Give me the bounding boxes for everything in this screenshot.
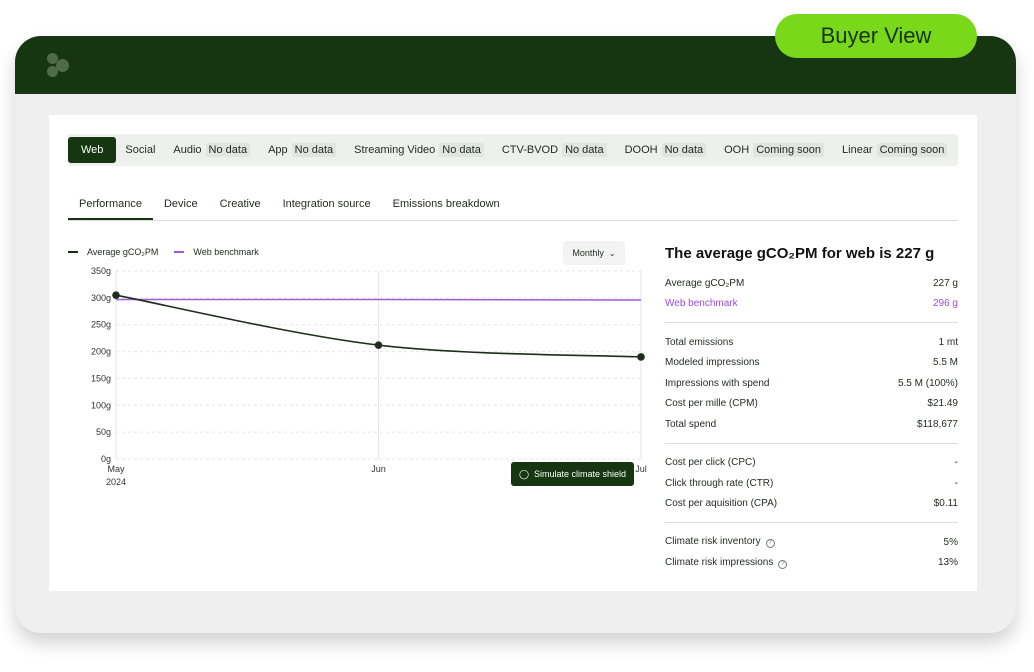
stat-label: Climate risk impressions?: [665, 557, 788, 569]
main-panel: Web Social Audio No data App No data Strea…: [49, 115, 977, 591]
stat-row: Total emissions 1 mt: [665, 332, 958, 353]
sub-tabs: Performance Device Creative Integration …: [68, 189, 958, 221]
stat-row: Modeled impressions 5.5 M: [665, 353, 958, 374]
period-select[interactable]: Monthly ⌄: [563, 241, 625, 265]
stat-row: Cost per mille (CPM) $21.49: [665, 394, 958, 415]
x-tick-label: Jul: [635, 464, 647, 474]
period-select-label: Monthly: [572, 248, 604, 258]
y-tick-label: 250g: [91, 320, 111, 330]
stat-label: Impressions with spend: [665, 377, 770, 389]
stat-value: -: [954, 477, 958, 489]
tab-performance[interactable]: Performance: [68, 189, 153, 220]
y-tick-label: 100g: [91, 400, 111, 410]
stat-row: Cost per aquisition (CPA) $0.11: [665, 494, 958, 515]
y-tick-label: 50g: [96, 427, 111, 437]
stat-label: Average gCO₂PM: [665, 277, 745, 289]
y-tick-label: 300g: [91, 293, 111, 303]
stat-label: Cost per mille (CPM): [665, 398, 758, 410]
stat-row: Impressions with spend 5.5 M (100%): [665, 373, 958, 394]
stat-value: $118,677: [917, 418, 958, 430]
data-point: [637, 353, 645, 361]
help-icon[interactable]: ?: [765, 539, 775, 549]
stat-label: Modeled impressions: [665, 357, 760, 369]
stat-row-average: Average gCO₂PM 227 g: [665, 273, 958, 294]
stats-panel: The average gCO₂PM for web is 227 g Aver…: [665, 243, 958, 573]
y-tick-label: 0g: [101, 454, 111, 464]
stat-value: $0.11: [933, 498, 958, 510]
stat-row: Climate risk inventory? 5%: [665, 532, 958, 553]
legend-swatch: [174, 251, 185, 253]
legend-label: Web benchmark: [193, 247, 259, 257]
channel-tab-streaming-video[interactable]: Streaming Video No data: [345, 137, 493, 163]
stats-title: The average gCO₂PM for web is 227 g: [665, 245, 935, 262]
channel-tab-app[interactable]: App No data: [259, 137, 345, 163]
tab-emissions-breakdown[interactable]: Emissions breakdown: [382, 189, 511, 219]
y-tick-label: 150g: [91, 373, 111, 383]
simulate-button-label: Simulate climate shield: [534, 469, 627, 479]
status-badge: No data: [205, 143, 251, 157]
app-window: Web Social Audio No data App No data Strea…: [15, 36, 1016, 633]
stat-value: 296 g: [932, 298, 958, 310]
stat-row: Cost per click (CPC) -: [665, 453, 958, 474]
stat-value: $21.49: [927, 398, 958, 410]
channel-tab-dooh[interactable]: DOOH No data: [616, 137, 716, 163]
channel-tabs: Web Social Audio No data App No data Strea…: [68, 134, 958, 166]
stat-value: 227 g: [932, 277, 958, 289]
channel-tab-ooh[interactable]: OOH Coming soon: [715, 137, 833, 163]
channel-tab-audio[interactable]: Audio No data: [164, 137, 259, 163]
stat-value: 1 mt: [938, 336, 958, 348]
stat-value: 13%: [937, 557, 958, 569]
stat-row: Total spend $118,677: [665, 414, 958, 435]
stat-value: -: [954, 457, 958, 469]
stat-label: Total spend: [665, 418, 717, 430]
y-tick-label: 350g: [91, 266, 111, 276]
stat-row-benchmark: Web benchmark 296 g: [665, 294, 958, 315]
help-icon[interactable]: ?: [778, 559, 788, 569]
status-badge: No data: [291, 143, 337, 157]
legend-item-benchmark: Web benchmark: [174, 247, 259, 257]
stat-label: Cost per click (CPC): [665, 457, 756, 469]
legend-swatch: [68, 251, 78, 253]
divider: [665, 322, 958, 323]
stat-label: Click through rate (CTR): [665, 477, 774, 489]
channel-tab-web[interactable]: Web: [68, 137, 117, 163]
tab-integration-source[interactable]: Integration source: [272, 189, 382, 219]
status-badge: No data: [439, 143, 484, 157]
x-tick-sublabel: 2024: [106, 477, 126, 487]
stat-value: 5.5 M (100%): [897, 377, 958, 389]
channel-tab-linear[interactable]: Linear Coming soon: [833, 137, 956, 163]
simulate-climate-shield-button[interactable]: ◯ Simulate climate shield: [511, 462, 634, 486]
channel-tab-social[interactable]: Social: [116, 137, 164, 163]
series-line-benchmark: [116, 298, 642, 301]
status-badge: No data: [661, 143, 707, 157]
data-point: [374, 341, 383, 349]
logo-icon: [47, 53, 73, 79]
stat-row: Click through rate (CTR) -: [665, 473, 958, 494]
status-badge: No data: [562, 143, 607, 157]
status-badge: Coming soon: [876, 143, 948, 157]
channel-tab-ctv-bvod[interactable]: CTV-BVOD No data: [493, 137, 616, 163]
y-tick-label: 200g: [91, 347, 111, 357]
shield-icon: ◯: [518, 468, 530, 479]
stat-label: Web benchmark: [665, 298, 738, 310]
stat-row: Climate risk impressions? 13%: [665, 553, 958, 574]
chart-legend: Average gCO₂PM Web benchmark: [68, 247, 275, 257]
status-badge: Coming soon: [753, 143, 825, 157]
divider: [665, 522, 958, 523]
stat-value: 5.5 M: [932, 357, 958, 369]
divider: [665, 442, 958, 444]
stat-label: Climate risk inventory?: [665, 536, 775, 549]
x-tick-label: Jun: [371, 464, 386, 474]
tab-device[interactable]: Device: [153, 189, 209, 219]
stat-value: 5%: [943, 536, 958, 548]
buyer-view-badge[interactable]: Buyer View: [775, 14, 977, 58]
tab-creative[interactable]: Creative: [209, 189, 272, 219]
legend-item-average: Average gCO₂PM: [68, 247, 158, 257]
stat-label: Cost per aquisition (CPA): [665, 498, 778, 510]
legend-label: Average gCO₂PM: [87, 247, 159, 257]
stat-label: Total emissions: [665, 336, 734, 348]
x-tick-label: May: [107, 464, 125, 474]
chevron-down-icon: ⌄: [608, 248, 616, 258]
data-point: [112, 291, 120, 299]
